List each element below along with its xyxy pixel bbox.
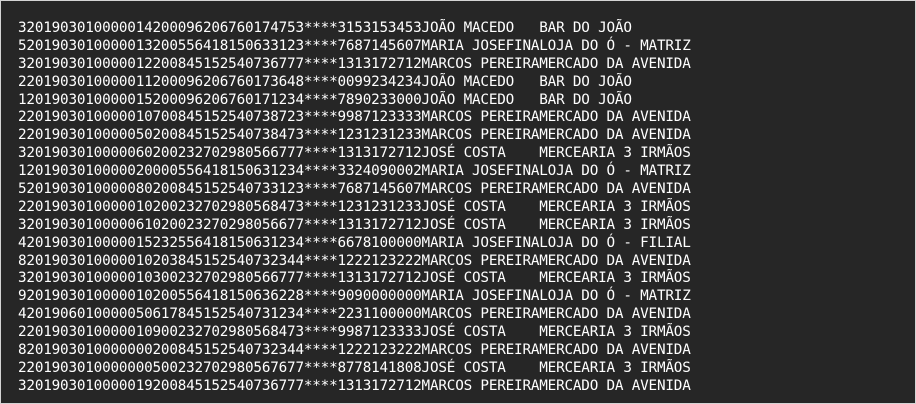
terminal-line: 3201903010000060200232702980566777****13…: [18, 145, 691, 162]
terminal-line: 2201903010000000500232702980567677****87…: [18, 359, 691, 376]
terminal-line: 2201903010000011200096206760173648****00…: [18, 73, 632, 90]
terminal-line: 8201903010000010203845152540732344****12…: [18, 252, 691, 269]
terminal-line: 2201903010000010200232702980568473****12…: [18, 198, 691, 215]
terminal-line: 1201903010000020000556418150631234****33…: [18, 163, 691, 180]
terminal-line: 3201903010000061020023270298056677****13…: [18, 216, 691, 233]
terminal-line: 2201903010000010700845152540738723****99…: [18, 109, 691, 126]
terminal-line: 2201903010000050200845152540738473****12…: [18, 127, 691, 144]
terminal-line: 5201903010000080200845152540733123****76…: [18, 181, 691, 198]
terminal-line: 3201903010000014200096206760174753****31…: [18, 20, 632, 36]
terminal-line: 5201903010000013200556418150633123****76…: [18, 37, 691, 54]
terminal-line: 4201903010000015232556418150631234****66…: [18, 234, 691, 251]
terminal-line: 3201903010000012200845152540736777****13…: [18, 55, 691, 72]
terminal-line: 1201903010000015200096206760171234****78…: [18, 91, 632, 108]
terminal-window: 3201903010000014200096206760174753****31…: [0, 0, 916, 404]
terminal-line: 2201903010000010900232702980568473****99…: [18, 324, 691, 341]
terminal-line: 9201903010000010200556418150636228****90…: [18, 288, 691, 305]
terminal-line: 3201903010000019200845152540736777****13…: [18, 377, 691, 394]
terminal-line: 8201903010000000200845152540732344****12…: [18, 342, 691, 359]
terminal-line: 3201903010000010300232702980566777****13…: [18, 270, 691, 287]
terminal-line: 4201906010000050617845152540731234****22…: [18, 306, 691, 323]
terminal-output: 3201903010000014200096206760174753****31…: [18, 20, 691, 396]
